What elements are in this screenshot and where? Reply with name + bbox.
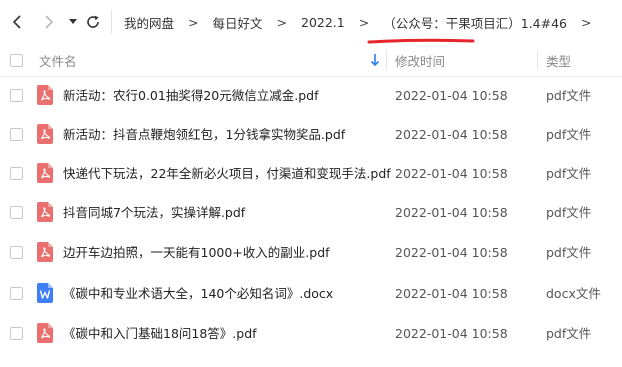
file-row[interactable]: 边开车边拍照，一天能有1000+收入的副业.pdf 2022-01-04 10:… (0, 233, 622, 273)
file-type: pdf文件 (546, 245, 592, 260)
file-type: pdf文件 (546, 205, 592, 220)
row-checkbox[interactable] (10, 287, 23, 300)
file-row[interactable]: 《碳中和入门基础18问18答》.pdf 2022-01-04 10:58 pdf… (0, 314, 622, 354)
file-modified-time: 2022-01-04 10:58 (395, 286, 508, 301)
toolbar: 我的网盘 > 每日好文 > 2022.1 > （公众号：干果项目汇）1.4#46… (0, 0, 622, 44)
row-checkbox[interactable] (10, 327, 23, 340)
breadcrumb: 我的网盘 > 每日好文 > 2022.1 > （公众号：干果项目汇）1.4#46… (124, 0, 605, 44)
column-header-type[interactable]: 类型 (546, 44, 571, 76)
pdf-icon (37, 323, 53, 343)
pdf-icon (37, 202, 53, 222)
file-row[interactable]: 《碳中和专业术语大全，140个必知名词》.docx 2022-01-04 10:… (0, 274, 622, 314)
breadcrumb-item-root[interactable]: 我的网盘 (124, 13, 174, 32)
file-name[interactable]: 快递代下玩法，22年全新必火项目，付渠道和变现手法.pdf (63, 154, 391, 194)
pdf-icon (37, 163, 53, 183)
history-dropdown-button[interactable] (62, 8, 84, 36)
file-name[interactable]: 边开车边拍照，一天能有1000+收入的副业.pdf (63, 233, 330, 273)
row-checkbox[interactable] (10, 128, 23, 141)
file-modified-time: 2022-01-04 10:58 (395, 326, 508, 341)
file-row[interactable]: 新活动：抖音点鞭炮领红包，1分钱拿实物奖品.pdf 2022-01-04 10:… (0, 115, 622, 155)
column-divider[interactable] (386, 50, 387, 70)
forward-button[interactable] (38, 8, 60, 36)
file-name[interactable]: 抖音同城7个玩法，实操详解.pdf (63, 193, 245, 233)
breadcrumb-separator-icon: > (188, 14, 199, 30)
pdf-icon (37, 124, 53, 144)
column-divider[interactable] (537, 50, 538, 70)
caret-down-icon (69, 19, 77, 24)
pdf-icon (37, 242, 53, 262)
column-header-name[interactable]: 文件名 (39, 44, 77, 76)
breadcrumb-item-month[interactable]: 2022.1 (301, 15, 345, 30)
breadcrumb-separator-icon: > (358, 14, 370, 30)
select-all-checkbox-wrap (10, 44, 23, 76)
file-name[interactable]: 《碳中和入门基础18问18答》.pdf (63, 314, 257, 354)
refresh-icon (87, 15, 99, 28)
file-modified-time: 2022-01-04 10:58 (395, 166, 508, 181)
file-type: pdf文件 (546, 326, 592, 341)
file-type: pdf文件 (546, 166, 592, 181)
file-modified-time: 2022-01-04 10:58 (395, 127, 508, 142)
file-row[interactable]: 快递代下玩法，22年全新必火项目，付渠道和变现手法.pdf 2022-01-04… (0, 154, 622, 194)
row-checkbox[interactable] (10, 167, 23, 180)
row-checkbox[interactable] (10, 89, 23, 102)
toolbar-divider (111, 10, 112, 34)
breadcrumb-item-current[interactable]: （公众号：干果项目汇）1.4#46 (383, 13, 567, 32)
row-checkbox[interactable] (10, 206, 23, 219)
file-name[interactable]: 新活动：抖音点鞭炮领红包，1分钱拿实物奖品.pdf (63, 115, 345, 155)
column-header-modified[interactable]: 修改时间 (395, 44, 445, 76)
chevron-left-icon (12, 15, 21, 29)
select-all-checkbox[interactable] (10, 53, 23, 67)
file-list-header: 文件名 修改时间 类型 (0, 44, 622, 77)
file-type: pdf文件 (546, 127, 592, 142)
breadcrumb-separator-icon: > (276, 14, 287, 30)
file-modified-time: 2022-01-04 10:58 (395, 205, 508, 220)
file-name[interactable]: 新活动：农行0.01抽奖得20元微信立减金.pdf (63, 76, 318, 116)
file-modified-time: 2022-01-04 10:58 (395, 245, 508, 260)
word-icon (37, 283, 53, 303)
pdf-icon (37, 85, 53, 105)
file-name[interactable]: 《碳中和专业术语大全，140个必知名词》.docx (63, 274, 333, 314)
file-row[interactable]: 新活动：农行0.01抽奖得20元微信立减金.pdf 2022-01-04 10:… (0, 76, 622, 116)
file-type: docx文件 (546, 286, 601, 301)
chevron-right-icon (45, 15, 54, 29)
file-type: pdf文件 (546, 88, 592, 103)
breadcrumb-item-daily[interactable]: 每日好文 (213, 13, 263, 32)
file-row[interactable]: 抖音同城7个玩法，实操详解.pdf 2022-01-04 10:58 pdf文件 (0, 193, 622, 233)
row-checkbox[interactable] (10, 246, 23, 259)
breadcrumb-separator-icon: > (581, 14, 592, 30)
refresh-button[interactable] (82, 8, 104, 36)
sort-down-arrow-icon[interactable] (370, 53, 380, 67)
file-modified-time: 2022-01-04 10:58 (395, 88, 508, 103)
back-button[interactable] (6, 8, 28, 36)
